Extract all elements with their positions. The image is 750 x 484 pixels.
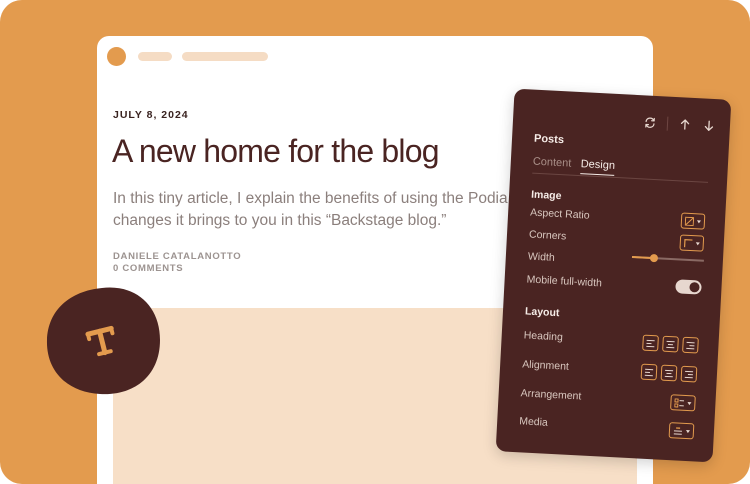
arrangement-label: Arrangement (520, 387, 582, 403)
align-right-button[interactable] (682, 336, 699, 354)
align-left-button[interactable] (642, 334, 659, 352)
chevron-down-icon (695, 241, 700, 245)
post-date: JULY 8, 2024 (113, 109, 189, 121)
mobile-full-width-label: Mobile full-width (526, 273, 603, 290)
browser-url-placeholder (182, 52, 268, 61)
width-slider-thumb[interactable] (649, 253, 658, 263)
grid-list-icon (674, 397, 685, 408)
browser-dot (107, 47, 126, 66)
align-left-icon (644, 368, 654, 376)
corners-select[interactable] (679, 234, 705, 252)
image-section-title: Image (530, 188, 562, 203)
align-right-icon (686, 341, 695, 349)
corner-icon (684, 238, 693, 247)
post-author[interactable]: DANIELE CATALANOTTO (113, 251, 241, 262)
text-tool-badge: T (46, 287, 161, 395)
toolbar-divider (666, 116, 669, 131)
post-title[interactable]: A new home for the blog (112, 133, 440, 170)
panel-tabs: Content Design (532, 155, 709, 183)
post-comments[interactable]: 0 COMMENTS (113, 263, 183, 274)
move-down-icon[interactable] (702, 118, 717, 133)
move-up-icon[interactable] (678, 117, 693, 132)
media-label: Media (518, 415, 549, 429)
width-label: Width (527, 250, 555, 264)
align-center-icon (664, 369, 674, 377)
corners-label: Corners (528, 228, 567, 243)
align-left-button[interactable] (640, 363, 658, 381)
width-slider[interactable] (631, 253, 704, 263)
media-select[interactable] (668, 422, 695, 440)
chevron-down-icon (685, 429, 691, 433)
layout-section-title: Layout (524, 305, 560, 320)
panel-toolbar (643, 115, 717, 133)
heading-label: Heading (523, 329, 564, 344)
refresh-icon[interactable] (643, 115, 658, 130)
toggle-knob (689, 282, 700, 293)
orange-background: JULY 8, 2024 A new home for the blog In … (0, 0, 750, 484)
chevron-down-icon (687, 401, 692, 405)
align-right-button[interactable] (680, 365, 698, 383)
aspect-ratio-select[interactable] (680, 212, 706, 230)
alignment-label: Alignment (521, 358, 570, 373)
align-left-icon (646, 339, 655, 347)
arrangement-select[interactable] (670, 394, 696, 412)
align-center-icon (666, 340, 675, 348)
aspect-ratio-icon (684, 216, 695, 226)
browser-pill-placeholder (138, 52, 172, 61)
align-center-button[interactable] (662, 335, 679, 353)
tab-content[interactable]: Content (533, 156, 572, 170)
alignment-align-group (640, 363, 698, 383)
panel-heading: Posts (533, 132, 565, 147)
chevron-down-icon (696, 219, 702, 224)
design-panel: Posts Content Design Image Aspect Ratio … (495, 88, 732, 463)
align-right-icon (684, 370, 694, 378)
aspect-ratio-label: Aspect Ratio (529, 206, 590, 222)
media-position-icon (673, 426, 682, 435)
heading-align-group (642, 334, 699, 354)
mobile-full-width-toggle[interactable] (675, 279, 702, 295)
align-center-button[interactable] (660, 364, 678, 382)
tab-design[interactable]: Design (580, 158, 616, 176)
